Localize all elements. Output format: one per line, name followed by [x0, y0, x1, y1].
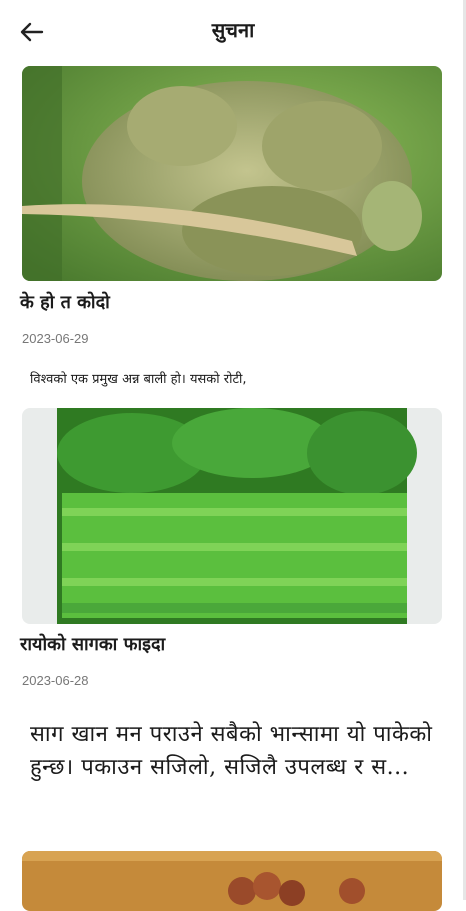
- article-image-grain[interactable]: [22, 851, 442, 911]
- app-header: सुचना: [0, 0, 466, 62]
- article-image-greens[interactable]: [22, 408, 442, 624]
- article-image-millet[interactable]: [22, 66, 442, 281]
- page-title: सुचना: [211, 18, 255, 42]
- article-date: 2023-06-29: [22, 331, 89, 346]
- article-summary: साग खान मन पराउने सबैको भान्सामा यो पाके…: [30, 722, 433, 780]
- article-title[interactable]: रायोको सागका फाइदा: [20, 632, 165, 656]
- article-date: 2023-06-28: [22, 673, 89, 688]
- article-summary: विश्वको एक प्रमुख अन्न बाली हो। यसको रोट…: [30, 372, 247, 387]
- article-title[interactable]: के हो त कोदो: [20, 290, 110, 314]
